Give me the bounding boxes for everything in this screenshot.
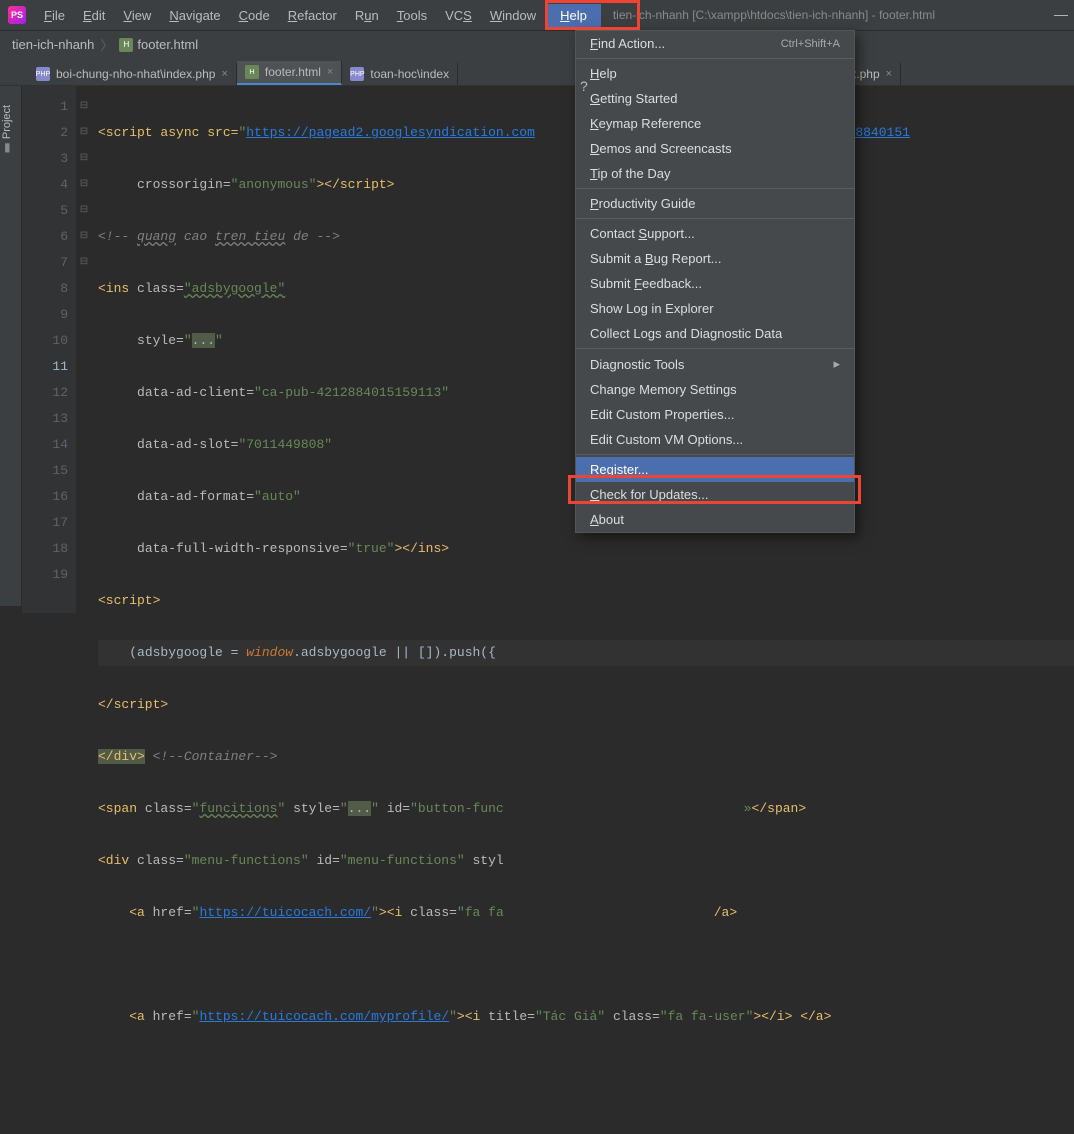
menu-code[interactable]: Code <box>231 4 278 27</box>
crumb-project-label: tien-ich-nhanh <box>12 37 94 52</box>
menu-refactor[interactable]: Refactor <box>280 4 345 27</box>
app-icon: PS <box>8 6 26 24</box>
menu-contact[interactable]: Contact Support... <box>576 221 854 246</box>
menu-vcs[interactable]: VCS <box>437 4 480 27</box>
menu-demos[interactable]: Demos and Screencasts <box>576 136 854 161</box>
menu-getting-started[interactable]: Getting Started <box>576 86 854 111</box>
html-file-icon: H <box>119 38 133 52</box>
side-toolbar: Project ▮ <box>0 86 22 606</box>
menu-help-item[interactable]: Help <box>576 61 854 86</box>
menu-help[interactable]: Help <box>546 4 601 27</box>
tab-1[interactable]: Hfooter.html× <box>237 61 342 85</box>
menu-props[interactable]: Edit Custom Properties... <box>576 402 854 427</box>
menu-run[interactable]: Run <box>347 4 387 27</box>
menu-keymap[interactable]: Keymap Reference <box>576 111 854 136</box>
close-icon[interactable]: × <box>327 66 333 78</box>
crumb-separator: 〉 <box>100 35 113 54</box>
php-icon: PHP <box>350 67 364 81</box>
menu-register[interactable]: Register... <box>576 457 854 482</box>
menu-showlog[interactable]: Show Log in Explorer <box>576 296 854 321</box>
crumb-project[interactable]: tien-ich-nhanh <box>12 37 94 52</box>
menu-file[interactable]: File <box>36 4 73 27</box>
breadcrumb-bar: tien-ich-nhanh 〉 H footer.html <box>0 30 1074 58</box>
tab-bar: PHPboi-chung-nho-nhat\index.php× Hfooter… <box>0 58 1074 86</box>
menubar: File Edit View Navigate Code Refactor Ru… <box>36 4 601 27</box>
php-icon: PHP <box>36 67 50 81</box>
help-question-icon: ? <box>580 78 588 94</box>
menu-vm[interactable]: Edit Custom VM Options... <box>576 427 854 452</box>
menu-bug[interactable]: Submit a Bug Report... <box>576 246 854 271</box>
menu-edit[interactable]: Edit <box>75 4 113 27</box>
menu-feedback[interactable]: Submit Feedback... <box>576 271 854 296</box>
minimize-icon[interactable]: — <box>1054 6 1068 22</box>
menu-window[interactable]: Window <box>482 4 544 27</box>
menu-about[interactable]: About <box>576 507 854 532</box>
project-toolwindow-button[interactable]: Project <box>1 105 13 139</box>
menu-find-action[interactable]: Find Action...Ctrl+Shift+A <box>576 31 854 56</box>
close-icon[interactable]: × <box>221 68 227 80</box>
menu-collect[interactable]: Collect Logs and Diagnostic Data <box>576 321 854 346</box>
crumb-file-label: footer.html <box>137 37 198 52</box>
window-title: tien-ich-nhanh [C:\xampp\htdocs\tien-ich… <box>613 8 935 22</box>
editor[interactable]: 1234 5678 9101112 13141516 171819 ⊟⊟⊟⊟⊟⊟… <box>22 86 1074 613</box>
tab-2[interactable]: PHPtoan-hoc\index <box>342 63 458 85</box>
menu-tip[interactable]: Tip of the Day <box>576 161 854 186</box>
fold-column: ⊟⊟⊟⊟⊟⊟⊟ <box>76 86 92 613</box>
menu-productivity[interactable]: Productivity Guide <box>576 191 854 216</box>
menu-memory[interactable]: Change Memory Settings <box>576 377 854 402</box>
crumb-file[interactable]: H footer.html <box>119 37 198 52</box>
tab-0[interactable]: PHPboi-chung-nho-nhat\index.php× <box>28 63 237 85</box>
folder-icon: ▮ <box>4 140 11 154</box>
window-controls: — <box>1054 6 1068 22</box>
close-icon[interactable]: × <box>886 68 892 80</box>
menu-tools[interactable]: Tools <box>389 4 435 27</box>
help-menu-dropdown: Find Action...Ctrl+Shift+A Help Getting … <box>575 30 855 533</box>
html-icon: H <box>245 65 259 79</box>
gutter: 1234 5678 9101112 13141516 171819 <box>22 86 76 613</box>
menu-updates[interactable]: Check for Updates... <box>576 482 854 507</box>
submenu-arrow-icon: ▸ <box>833 356 840 372</box>
titlebar: PS File Edit View Navigate Code Refactor… <box>0 0 1074 30</box>
menu-view[interactable]: View <box>115 4 159 27</box>
menu-diag[interactable]: Diagnostic Tools▸ <box>576 351 854 377</box>
menu-navigate[interactable]: Navigate <box>161 4 228 27</box>
